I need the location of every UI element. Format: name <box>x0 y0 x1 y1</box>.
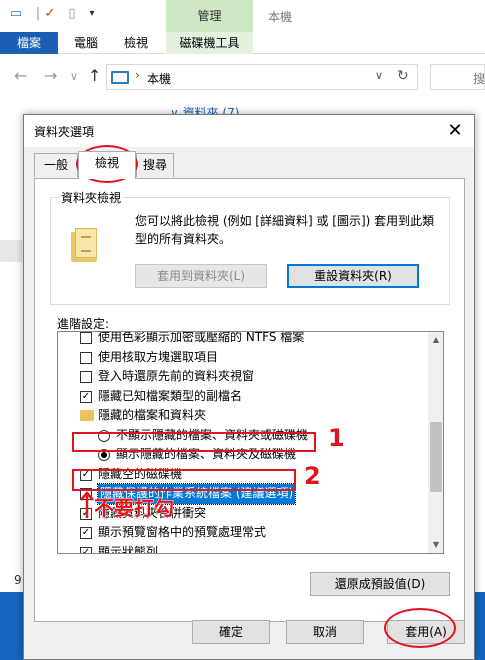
advanced-setting-label: 顯示狀態列 <box>98 544 159 554</box>
this-pc-icon <box>111 71 129 84</box>
address-dropdown-icon[interactable]: ∨ <box>375 69 383 82</box>
dialog-title: 資料夾選項 <box>34 125 95 139</box>
cancel-button[interactable]: 取消 <box>286 620 364 644</box>
annotation-number-2: 2 <box>304 462 321 490</box>
advanced-setting-row[interactable]: ✓ 隱藏已知檔案類型的副檔名 <box>58 387 428 407</box>
status-item-count: 9 <box>14 573 22 587</box>
tab-general[interactable]: 一般 <box>34 153 78 177</box>
advanced-setting-label: 隱藏的檔案和資料夾 <box>98 408 207 422</box>
explorer-titlebar: ▭ | ✓ ▯ ▾ 管理 本機 <box>0 0 485 32</box>
annotation-arrow-icon <box>80 491 94 518</box>
forward-icon[interactable]: → <box>44 66 57 85</box>
ribbon-tab-file[interactable]: 檔案 <box>0 32 58 54</box>
refresh-icon[interactable]: ↻ <box>397 68 409 84</box>
annotation-box-protected-files <box>72 469 296 491</box>
address-text: 本機 <box>147 72 172 86</box>
checkbox[interactable] <box>80 371 92 383</box>
scroll-down-icon[interactable]: ▼ <box>428 537 443 553</box>
annotation-circle-apply <box>384 608 456 648</box>
recent-dropdown-icon[interactable]: ∨ <box>70 70 78 83</box>
advanced-setting-label: 登入時還原先前的資料夾視窗 <box>98 369 255 383</box>
nav-pane-selection <box>0 240 22 262</box>
new-folder-icon[interactable]: ▯ <box>64 6 80 22</box>
folder-views-group: 資料夾檢視 您可以將此檢視 (例如 [詳細資料] 或 [圖示]) 套用到此類型的… <box>50 189 450 305</box>
folder-options-dialog: 資料夾選項 ✕ 一般 檢視 搜尋 資料夾檢視 您可以將此檢視 (例如 [詳細資料… <box>23 114 475 660</box>
tab-view[interactable]: 檢視 <box>78 151 136 179</box>
checkbox[interactable] <box>80 332 92 344</box>
advanced-settings-scrollbar[interactable]: ▲ ▼ <box>428 332 443 553</box>
folder-views-legend: 資料夾檢視 <box>59 189 124 206</box>
window-title: 本機 <box>268 10 293 24</box>
ok-button[interactable]: 確定 <box>192 620 270 644</box>
checkbox[interactable]: ✓ <box>80 527 92 539</box>
restore-defaults-button[interactable]: 還原成預設值(D) <box>310 572 450 596</box>
advanced-setting-row[interactable]: 使用色彩顯示加密或壓縮的 NTFS 檔案 <box>58 331 428 348</box>
folder-view-icon <box>71 228 99 262</box>
up-icon[interactable]: ↑ <box>88 66 101 85</box>
search-input[interactable]: 搜 <box>430 64 485 90</box>
view-tab-panel: 資料夾檢視 您可以將此檢視 (例如 [詳細資料] 或 [圖示]) 套用到此類型的… <box>34 178 465 622</box>
advanced-setting-label: 隱藏已知檔案類型的副檔名 <box>98 388 243 403</box>
breadcrumb-separator-icon: › <box>135 68 140 82</box>
folder-views-description: 您可以將此檢視 (例如 [詳細資料] 或 [圖示]) 套用到此類型的所有資料夾。 <box>135 214 435 246</box>
qat-dropdown-icon[interactable]: ▾ <box>84 6 100 22</box>
annotation-box-show-hidden <box>72 432 316 452</box>
advanced-setting-row[interactable]: 使用核取方塊選取項目 <box>58 348 428 368</box>
checkbox[interactable]: ✓ <box>80 390 92 403</box>
address-field[interactable]: › 本機 ∨ ↻ <box>106 64 418 90</box>
annotation-number-1: 1 <box>328 424 345 452</box>
advanced-setting-row[interactable]: ✓ 顯示狀態列 <box>58 543 428 554</box>
scroll-up-icon[interactable]: ▲ <box>428 332 443 348</box>
reset-folders-button[interactable]: 重設資料夾(R) <box>287 264 419 288</box>
checkbox[interactable]: ✓ <box>80 546 92 553</box>
advanced-setting-label: 顯示預覽窗格中的預覽處理常式 <box>98 525 267 539</box>
ribbon-context-tab[interactable]: 管理 <box>166 0 253 32</box>
address-bar-row: ← → ∨ ↑ › 本機 ∨ ↻ 搜 <box>0 54 485 98</box>
advanced-settings-label: 進階設定: <box>57 317 110 331</box>
advanced-setting-label: 使用核取方塊選取項目 <box>98 349 219 364</box>
advanced-setting-label: 使用色彩顯示加密或壓縮的 NTFS 檔案 <box>98 331 305 344</box>
advanced-setting-row[interactable]: 隱藏的檔案和資料夾 <box>58 406 428 426</box>
ribbon-tabs: 檔案 電腦 檢視 磁碟機工具 <box>0 32 485 54</box>
computer-icon[interactable]: ▭ <box>8 6 24 22</box>
ribbon-tab-view[interactable]: 檢視 <box>114 32 158 54</box>
advanced-setting-row[interactable]: ✓ 顯示預覽窗格中的預覽處理常式 <box>58 523 428 543</box>
search-placeholder: 搜 <box>473 72 485 86</box>
back-icon[interactable]: ← <box>14 66 27 85</box>
tab-search[interactable]: 搜尋 <box>136 153 174 177</box>
annotation-note: 不要打勾 <box>94 496 175 521</box>
advanced-setting-row[interactable]: 登入時還原先前的資料夾視窗 <box>58 367 428 387</box>
folder-icon <box>80 410 94 421</box>
ribbon-tab-computer[interactable]: 電腦 <box>64 32 108 54</box>
ribbon-tab-drive-tools[interactable]: 磁碟機工具 <box>166 32 253 54</box>
dialog-titlebar: 資料夾選項 ✕ <box>24 115 474 147</box>
close-icon[interactable]: ✕ <box>440 117 470 145</box>
scroll-thumb[interactable] <box>430 422 442 492</box>
checkbox[interactable] <box>80 351 92 364</box>
apply-to-folders-button[interactable]: 套用到資料夾(L) <box>135 264 267 288</box>
properties-icon[interactable]: ✓ <box>42 6 58 22</box>
